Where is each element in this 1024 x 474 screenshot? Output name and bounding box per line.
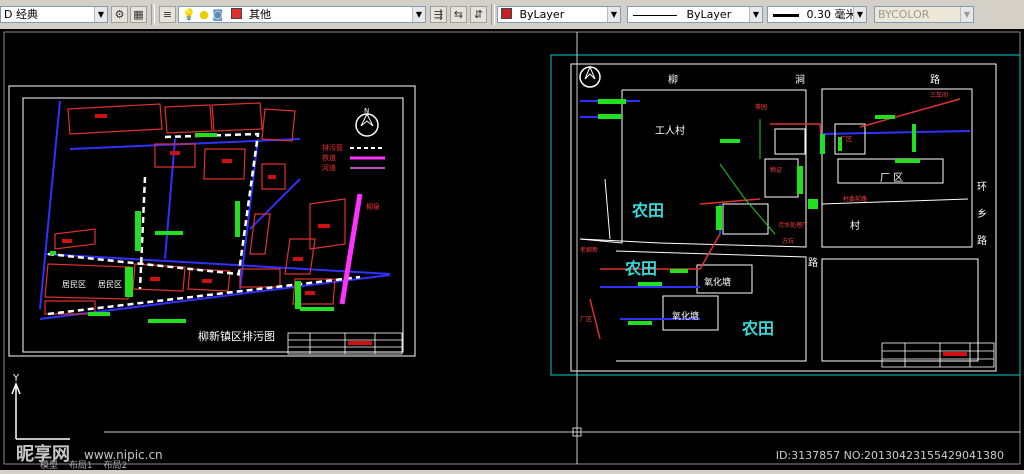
lightbulb-icon: 💡 bbox=[182, 8, 196, 21]
village-label: 村 bbox=[850, 219, 860, 232]
lineweight-preview bbox=[773, 13, 799, 17]
residential-label-1: 居民区 bbox=[62, 280, 86, 289]
worker-village-label: 工人村 bbox=[655, 124, 685, 137]
layer-state-icon[interactable]: ⇵ bbox=[470, 6, 487, 23]
color-select[interactable]: ByLayer ▼ bbox=[497, 6, 621, 23]
chevron-down-icon: ▼ bbox=[749, 7, 762, 22]
river-label: 柳泉 bbox=[366, 202, 380, 211]
small-label: 厂区 bbox=[840, 136, 852, 143]
small-label: 物证 bbox=[770, 166, 782, 174]
cad-drawing[interactable]: N 排污管 铁道 河道 居民区 居民区 柳泉 柳新镇区排污图 柳 涧 路 环 乡… bbox=[0, 29, 1024, 470]
farmland-label: 农田 bbox=[624, 259, 657, 278]
color-swatch bbox=[501, 8, 512, 19]
small-label: 厂区 bbox=[580, 316, 592, 323]
road-label: 柳 bbox=[668, 73, 678, 86]
gear-icon[interactable]: ⚙ bbox=[111, 6, 128, 23]
north-arrow-icon bbox=[355, 113, 379, 137]
sewer-markers bbox=[50, 133, 334, 323]
svg-text:N: N bbox=[364, 107, 369, 115]
chevron-down-icon: ▼ bbox=[94, 7, 107, 22]
right-drawing: 柳 涧 路 环 乡 路 路 工人村 厂 区 村 农田 农田 农田 氧化塘 氧化塘 bbox=[550, 54, 1021, 376]
layout-tabs: 模型 布局1 布局2 bbox=[40, 458, 127, 471]
layer-color-swatch bbox=[230, 8, 242, 19]
ucs-y-label: Y bbox=[12, 373, 20, 384]
chevron-down-icon: ▼ bbox=[853, 7, 866, 22]
layer-manager-icon[interactable]: ≡ bbox=[159, 6, 176, 23]
color-value: ByLayer bbox=[519, 8, 565, 21]
workspace-value: D 经典 bbox=[4, 8, 38, 21]
linetype-value: ByLayer bbox=[686, 8, 732, 21]
lineweight-value: 0.30 毫米 bbox=[806, 8, 857, 21]
drawing-canvas[interactable]: N 排污管 铁道 河道 居民区 居民区 柳泉 柳新镇区排污图 柳 涧 路 环 乡… bbox=[0, 29, 1024, 470]
viewport-frame bbox=[3, 31, 1021, 465]
plotstyle-value: BYCOLOR bbox=[878, 8, 930, 21]
pond-labels: 氧化塘 氧化塘 bbox=[672, 276, 731, 322]
farmland-label: 农田 bbox=[631, 201, 664, 220]
left-title-block bbox=[287, 332, 403, 355]
factory-label: 厂 区 bbox=[880, 172, 903, 184]
road-label: 环 bbox=[977, 182, 987, 193]
chevron-down-icon: ▼ bbox=[412, 7, 425, 22]
left-drawing: N 排污管 铁道 河道 居民区 居民区 柳泉 柳新镇区排污图 bbox=[8, 85, 416, 357]
residential-label-2: 居民区 bbox=[98, 280, 122, 289]
farmland-label: 农田 bbox=[741, 319, 774, 338]
properties-toolbar: D 经典 ▼ ⚙ ▦ ≡ 💡 ● ◙ 其他 ▼ ⇶ ⇆ ⇵ ByLayer ▼ … bbox=[0, 0, 1024, 30]
toolbar-separator bbox=[151, 4, 155, 25]
workspace-select[interactable]: D 经典 ▼ bbox=[0, 6, 108, 23]
ucs-icon bbox=[11, 381, 70, 440]
layer-select[interactable]: 💡 ● ◙ 其他 ▼ bbox=[178, 6, 426, 23]
right-title-block bbox=[881, 342, 995, 368]
sun-icon: ● bbox=[199, 8, 209, 21]
image-id-text: ID:3137857 NO:20130423155429041380 bbox=[775, 449, 1004, 462]
horizontal-scrollbar[interactable] bbox=[0, 470, 1024, 474]
road-label: 乡 bbox=[977, 208, 987, 220]
oxidation-pond-label: 氧化塘 bbox=[672, 310, 699, 322]
small-label: 老柳新 bbox=[580, 246, 598, 254]
make-current-layer-icon[interactable]: ⇶ bbox=[430, 6, 447, 23]
chevron-down-icon: ▼ bbox=[960, 7, 973, 22]
north-arrow-icon bbox=[579, 66, 601, 88]
lineweight-select[interactable]: 0.30 毫米 ▼ bbox=[767, 6, 867, 23]
small-label: 方坑 bbox=[782, 237, 794, 245]
layer-name: 其他 bbox=[249, 8, 271, 21]
workspace-settings-icon[interactable]: ▦ bbox=[130, 6, 147, 23]
green-lines bbox=[719, 119, 776, 235]
toolbar-separator bbox=[491, 4, 495, 25]
small-label: 村委前路 bbox=[843, 195, 867, 203]
road-label: 路 bbox=[808, 256, 818, 269]
layer-previous-icon[interactable]: ⇆ bbox=[450, 6, 467, 23]
small-label: 三车间 bbox=[930, 91, 948, 99]
legend: 排污管 铁道 河道 bbox=[322, 143, 385, 172]
legend-rail-label: 铁道 bbox=[322, 153, 336, 162]
lock-icon: ◙ bbox=[212, 8, 223, 21]
small-label: 污水处理厂 bbox=[778, 221, 808, 229]
road-label: 涧 bbox=[795, 73, 805, 86]
oxidation-pond-label: 氧化塘 bbox=[704, 276, 731, 288]
road-label: 路 bbox=[977, 234, 987, 247]
small-label: 茶园 bbox=[755, 103, 767, 111]
plotstyle-select[interactable]: BYCOLOR ▼ bbox=[874, 6, 974, 23]
legend-river-label: 河道 bbox=[322, 163, 336, 172]
road-label: 路 bbox=[930, 73, 940, 86]
linetype-select[interactable]: ByLayer ▼ bbox=[627, 6, 763, 23]
linetype-preview bbox=[633, 14, 677, 16]
chevron-down-icon: ▼ bbox=[607, 7, 620, 22]
legend-sewer-label: 排污管 bbox=[322, 143, 343, 152]
road-labels: 柳 涧 路 环 乡 路 路 工人村 厂 区 村 bbox=[655, 73, 987, 269]
left-drawing-title: 柳新镇区排污图 bbox=[198, 329, 275, 343]
